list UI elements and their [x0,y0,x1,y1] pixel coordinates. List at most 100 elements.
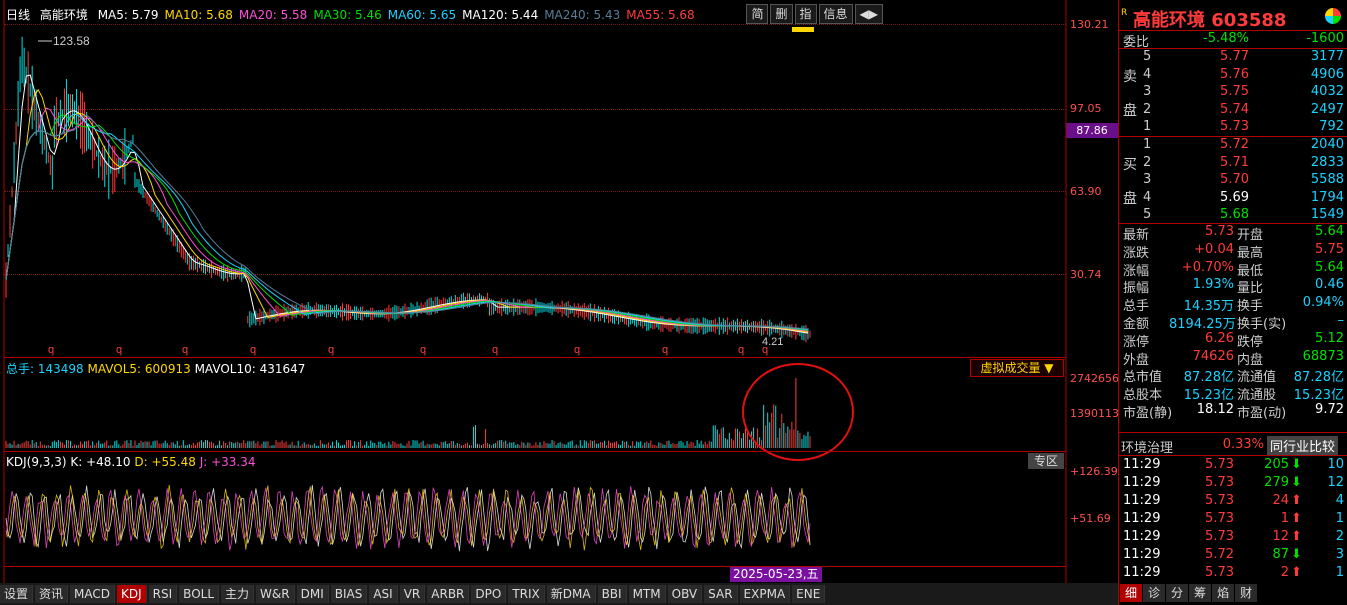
buy-order-row[interactable]: 4 5.69 1794 [1119,190,1347,207]
sector-name[interactable]: 环境治理 [1121,437,1173,456]
tab-bias[interactable]: BIAS [330,585,368,603]
kdj-legend: KDJ(9,3,3) K: +48.10 D: +55.48 J: +33.34 [6,455,256,469]
tab-资讯[interactable]: 资讯 [35,585,69,603]
tab-sar[interactable]: SAR [704,585,738,603]
tab-dpo[interactable]: DPO [471,585,507,603]
tab-bbi[interactable]: BBI [597,585,627,603]
volume-axis-tick: 2742656 [1070,372,1119,385]
stat-value: – [1337,313,1345,328]
stat-row: 金额 8194.25万 换手(实) – [1119,313,1347,332]
zone-button[interactable]: 专区 [1028,453,1064,469]
tab-obv[interactable]: OBV [667,585,703,603]
stat-value: 5.64 [1315,259,1344,275]
stat-label: 流通股 [1237,388,1277,404]
tab-trix[interactable]: TRIX [508,585,545,603]
side-tab[interactable]: 筹 [1189,584,1212,602]
buy-order-row[interactable]: 1 5.72 2040 [1119,137,1347,154]
sell-order-row[interactable]: 2 5.74 2497 [1119,102,1347,119]
tab-rsi[interactable]: RSI [148,585,178,603]
tab-expma[interactable]: EXPMA [739,585,791,603]
side-tab[interactable]: 细 [1120,584,1143,602]
volume-axis-tick: 1390113 [1070,407,1119,420]
tab-mtm[interactable]: MTM [628,585,666,603]
tab-asi[interactable]: ASI [369,585,398,603]
sector-pct: 0.33% [1222,437,1264,452]
stat-row: 最新 5.73 开盘 5.64 [1119,224,1347,243]
buy-label-2: 盘 [1123,191,1137,207]
buy-order-row[interactable]: 2 5.71 2833 [1119,155,1347,172]
volume-bars [5,378,811,448]
order-volume: 792 [1319,119,1344,134]
side-tab[interactable]: 诊 [1143,584,1166,602]
level-label: 2 [1143,154,1152,170]
tab-boll[interactable]: BOLL [179,585,220,603]
side-tab[interactable]: 财 [1235,584,1258,602]
mavol5-label: MAVOL5: 600913 [87,362,191,376]
order-volume: 2497 [1310,101,1344,117]
tab-ene[interactable]: ENE [792,585,826,603]
side-tab[interactable]: 焰 [1212,584,1235,602]
peer-compare-button[interactable]: 同行业比较 [1267,436,1339,455]
order-volume: 5588 [1310,172,1344,187]
stat-row: 涨跌 +0.04 最高 5.75 [1119,242,1347,261]
buy-order-row[interactable]: 5 5.68 1549 [1119,207,1347,224]
stat-row: 外盘 74626 内盘 68873 [1119,349,1347,368]
tab-设置[interactable]: 设置 [0,585,34,603]
tick-time: 11:29 [1123,565,1161,580]
side-tab[interactable]: 分 [1166,584,1189,602]
tab-dmi[interactable]: DMI [296,585,329,603]
tick-row: 11:29 5.73 2 ⬆ 1 [1119,565,1347,582]
tick-volume: 87 [1272,547,1289,562]
tab-vr[interactable]: VR [399,585,426,603]
volume-legend: 总手: 143498 MAVOL5: 600913 MAVOL10: 43164… [6,360,305,377]
stat-value: 0.46 [1315,277,1344,293]
tick-row: 11:29 5.73 12 ⬆ 2 [1119,529,1347,546]
arrow-down-icon: ⬇ [1291,457,1302,472]
stat-value: 5.73 [1205,224,1234,239]
tab-新dma[interactable]: 新DMA [546,585,596,603]
order-price: 5.72 [1220,137,1249,152]
stat-value: 14.35万 [1183,299,1234,315]
buy-label-1: 买 [1123,157,1137,173]
sell-order-row[interactable]: 5 5.77 3177 [1119,49,1347,66]
weibi-row: 委比 -5.48% -1600 [1123,31,1344,50]
q-marker: q [574,344,580,356]
stat-label: 内盘 [1237,352,1264,368]
kline-chart-area[interactable]: 日线 高能环境 MA5: 5.79 MA10: 5.68 MA20: 5.58 MA3… [0,0,1119,583]
ma-line [5,107,809,332]
sell-order-row[interactable]: 1 5.73 792 [1119,119,1347,136]
cursor-date-label: 2025-05-23,五 [730,567,822,582]
q-marker: q [48,344,54,356]
arrow-up-icon: ⬆ [1291,511,1302,526]
stat-value: 15.23亿 [1293,388,1344,404]
tab-arbr[interactable]: ARBR [427,585,470,603]
order-price: 5.70 [1220,172,1249,187]
pie-chart-icon[interactable] [1325,8,1341,24]
kdj-line [5,485,811,552]
stat-label: 振幅 [1123,281,1150,297]
buy-order-row[interactable]: 3 5.70 5588 [1119,172,1347,189]
stat-label: 最高 [1237,245,1264,261]
tab-macd[interactable]: MACD [70,585,116,603]
level-label: 4 [1143,66,1152,82]
total-volume-label: 总手: 143498 [6,362,84,376]
tab-kdj[interactable]: KDJ [117,585,147,603]
sector-row: 环境治理 0.33% 同行业比较 [1119,436,1347,456]
virtual-volume-button[interactable]: 虚拟成交量 ▼ [970,359,1064,377]
tick-row: 11:29 5.73 24 ⬆ 4 [1119,493,1347,510]
stat-label: 总股本 [1123,388,1163,404]
tab-主力[interactable]: 主力 [221,585,255,603]
tick-price: 5.73 [1205,529,1234,544]
stat-row: 总股本 15.23亿 流通股 15.23亿 [1119,384,1347,404]
order-price: 5.74 [1220,101,1249,117]
stat-label: 量比 [1237,281,1264,297]
q-marker: q [250,344,256,356]
tab-w&r[interactable]: W&R [256,585,295,603]
tick-count: 2 [1335,529,1344,544]
sell-order-row[interactable]: 3 5.75 4032 [1119,84,1347,101]
sell-order-row[interactable]: 4 5.76 4906 [1119,67,1347,84]
stat-label: 换手(实) [1237,317,1287,332]
tick-price: 5.73 [1205,457,1234,472]
order-price: 5.77 [1220,49,1249,64]
arrow-down-icon: ⬇ [1291,547,1302,562]
